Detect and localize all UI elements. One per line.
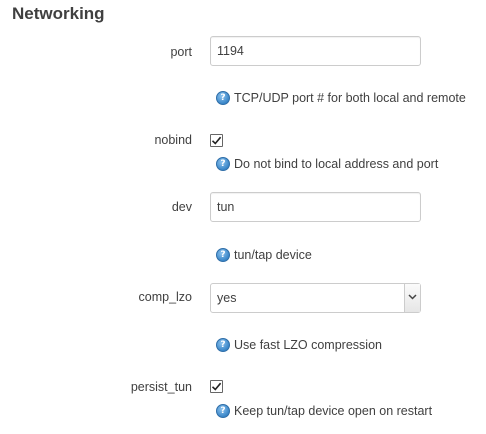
dev-input[interactable] bbox=[210, 192, 421, 222]
persist-tun-checkbox[interactable] bbox=[210, 380, 223, 393]
port-input[interactable] bbox=[210, 36, 421, 66]
nobind-label: nobind bbox=[154, 133, 192, 147]
comp-lzo-hint: ? Use fast LZO compression bbox=[216, 337, 382, 353]
comp-lzo-label: comp_lzo bbox=[138, 290, 193, 304]
dropdown-button[interactable] bbox=[404, 284, 420, 312]
chevron-down-icon bbox=[408, 294, 417, 300]
port-label: port bbox=[170, 45, 192, 59]
comp-lzo-select[interactable]: yes bbox=[210, 283, 421, 313]
nobind-checkbox[interactable] bbox=[210, 134, 223, 147]
comp-lzo-hint-text: Use fast LZO compression bbox=[234, 338, 382, 352]
dev-label: dev bbox=[171, 200, 192, 214]
help-icon: ? bbox=[216, 248, 230, 262]
section-title: Networking bbox=[12, 4, 105, 23]
help-icon: ? bbox=[216, 404, 230, 418]
persist-tun-label: persist_tun bbox=[130, 380, 192, 394]
port-hint-text: TCP/UDP port # for both local and remote bbox=[234, 91, 466, 105]
port-hint: ? TCP/UDP port # for both local and remo… bbox=[216, 90, 466, 106]
help-icon: ? bbox=[216, 157, 230, 171]
nobind-hint: ? Do not bind to local address and port bbox=[216, 156, 438, 172]
dev-hint: ? tun/tap device bbox=[216, 247, 312, 263]
comp-lzo-selected-value: yes bbox=[217, 291, 237, 305]
persist-tun-hint-text: Keep tun/tap device open on restart bbox=[234, 404, 433, 418]
persist-tun-hint: ? Keep tun/tap device open on restart bbox=[216, 403, 432, 419]
help-icon: ? bbox=[216, 91, 230, 105]
checkmark-icon bbox=[211, 136, 222, 145]
checkmark-icon bbox=[211, 382, 222, 391]
nobind-hint-text: Do not bind to local address and port bbox=[234, 157, 439, 171]
dev-hint-text: tun/tap device bbox=[234, 248, 312, 262]
help-icon: ? bbox=[216, 338, 230, 352]
